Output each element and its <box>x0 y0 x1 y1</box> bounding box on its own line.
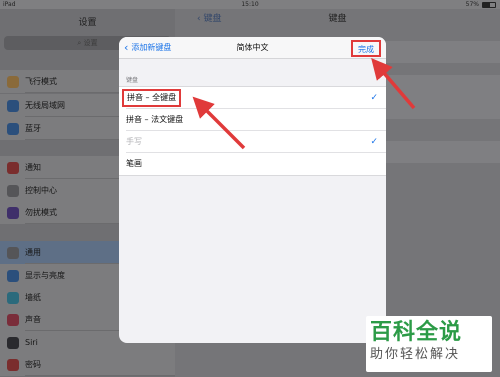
notifications-icon <box>7 161 19 174</box>
keyboard-option-row: 手写 ✓ <box>119 131 386 153</box>
display-icon <box>7 269 19 282</box>
sidebar-item-label: 墙纸 <box>25 293 41 302</box>
lock-icon <box>7 358 19 371</box>
watermark-title: 百科全说 <box>370 320 463 345</box>
detail-title: 键盘 <box>328 14 347 24</box>
battery-percent: 57% <box>465 1 479 8</box>
sidebar-item-label: 通知 <box>25 163 41 172</box>
sheet-title: 简体中文 <box>236 43 269 52</box>
airplane-icon <box>7 75 19 88</box>
keyboard-option-row[interactable]: 笔画 <box>119 153 386 175</box>
sidebar-item-label: 声音 <box>25 315 41 324</box>
sidebar-item-label: 勿扰模式 <box>25 208 57 217</box>
watermark-logo: 百科全说 助你轻松解决 <box>366 316 492 372</box>
sidebar-item-label: 飞行模式 <box>25 77 57 86</box>
sound-icon <box>7 313 19 326</box>
settings-title: 设置 <box>78 18 97 28</box>
sheet-nav-bar: ‹ 添加新键盘 简体中文 完成 <box>119 37 386 59</box>
battery-group: 57% <box>466 0 496 9</box>
bluetooth-icon <box>7 122 19 135</box>
keyboard-section-header: 键盘 <box>126 77 139 84</box>
sidebar-item-label: 密码 <box>25 360 41 369</box>
sidebar-item-label: 蓝牙 <box>25 124 41 133</box>
sidebar-item-label: Siri <box>25 338 38 347</box>
sidebar-item-label: 通用 <box>25 248 41 257</box>
watermark-subtitle: 助你轻松解决 <box>370 347 461 362</box>
keyboard-option-row[interactable]: 拼音 – 法文键盘 <box>119 109 386 131</box>
add-keyboard-sheet: ‹ 添加新键盘 简体中文 完成 键盘 拼音 – 全键盘 ✓ 拼音 – 法文键盘 手写 ✓… <box>119 37 386 343</box>
sidebar-item-label: 无线局域网 <box>25 101 65 110</box>
sidebar-item-label: 显示与亮度 <box>25 271 65 280</box>
sidebar-item-label: 控制中心 <box>25 186 57 195</box>
keyboard-option-label: 手写 <box>126 137 142 146</box>
keyboard-option-row[interactable]: 拼音 – 全键盘 ✓ <box>119 87 386 109</box>
wifi-icon <box>7 99 19 112</box>
battery-icon <box>482 2 496 8</box>
control-center-icon <box>7 184 19 197</box>
moon-icon <box>7 206 19 219</box>
keyboard-option-label: 笔画 <box>126 159 142 168</box>
search-placeholder: 设置 <box>83 39 98 47</box>
clock: 15:10 <box>241 1 259 8</box>
checkmark-icon: ✓ <box>370 93 378 103</box>
detail-nav-bar: ‹ 键盘 键盘 <box>175 9 500 29</box>
siri-icon <box>7 336 19 349</box>
keyboard-option-label: 拼音 – 全键盘 <box>122 89 182 107</box>
checkmark-icon: ✓ <box>370 137 378 147</box>
keyboard-list: 拼音 – 全键盘 ✓ 拼音 – 法文键盘 手写 ✓ 笔画 <box>119 86 386 176</box>
keyboard-option-label: 拼音 – 法文键盘 <box>126 115 184 124</box>
done-button[interactable]: 完成 <box>351 40 381 57</box>
sidebar-item[interactable]: 密码 <box>0 353 175 376</box>
status-bar: iPad 15:10 57% <box>0 0 500 9</box>
gear-icon <box>7 246 19 259</box>
wallpaper-icon <box>7 291 19 304</box>
